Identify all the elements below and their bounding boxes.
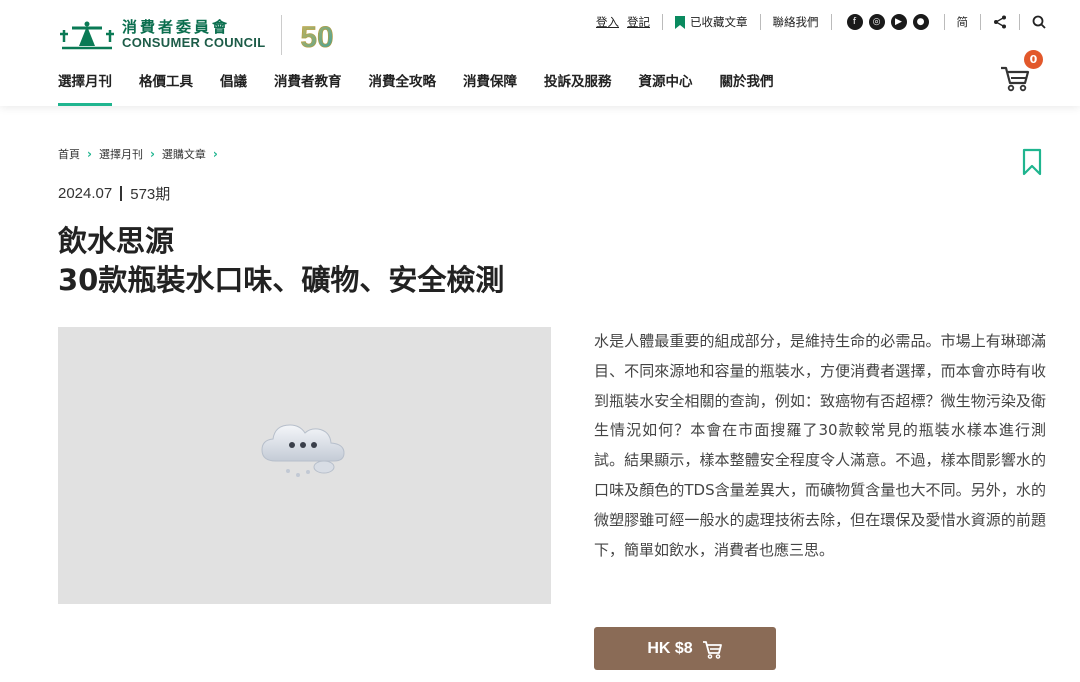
share-icon[interactable] bbox=[993, 15, 1007, 29]
breadcrumb-monthly[interactable]: 選擇月刊 bbox=[99, 146, 143, 162]
divider bbox=[980, 14, 981, 30]
site-header: 消費者委員會 CONSUMER COUNCIL 50 登入 登記 已收藏文章 聯… bbox=[0, 0, 1080, 106]
chevron-right-icon: › bbox=[87, 147, 92, 161]
article-title: 飲水思源 30款瓶裝水口味、礦物、安全檢測 bbox=[58, 222, 504, 300]
brand-name-en: CONSUMER COUNCIL bbox=[122, 35, 266, 51]
utility-bar: 登入 登記 已收藏文章 聯絡我們 f ◎ ▶ ● 简 bbox=[596, 12, 1046, 32]
loading-cloud-icon bbox=[261, 424, 345, 477]
nav-item-advocacy[interactable]: 倡議 bbox=[220, 70, 247, 106]
breadcrumb-home[interactable]: 首頁 bbox=[58, 146, 80, 162]
brand-name-zh: 消費者委員會 bbox=[122, 18, 231, 37]
council-emblem-icon bbox=[60, 21, 114, 50]
nav-item-about[interactable]: 關於我們 bbox=[720, 70, 774, 106]
meta-divider bbox=[120, 186, 123, 201]
issue-number: 573期 bbox=[130, 186, 171, 203]
nav-item-education[interactable]: 消費者教育 bbox=[274, 70, 342, 106]
bookmark-icon[interactable] bbox=[1022, 148, 1042, 176]
svg-text:50: 50 bbox=[301, 21, 334, 54]
cart-icon bbox=[702, 640, 722, 659]
article-title-line1: 飲水思源 bbox=[58, 224, 175, 258]
chevron-right-icon: › bbox=[212, 147, 218, 161]
nav-item-price-tools[interactable]: 格價工具 bbox=[139, 70, 193, 106]
divider bbox=[830, 14, 832, 30]
main-nav: 選擇月刊 格價工具 倡議 消費者教育 消費全攻略 消費保障 投訴及服務 資源中心… bbox=[58, 70, 801, 106]
article-title-line2: 30款瓶裝水口味、礦物、安全檢測 bbox=[58, 263, 505, 297]
divider bbox=[1019, 14, 1020, 30]
article-summary: 水是人體最重要的組成部分，是維持生命的必需品。市場上有琳瑯滿目、不同來源地和容量… bbox=[594, 332, 1046, 559]
bookmark-filled-icon bbox=[675, 15, 685, 29]
saved-articles-label: 已收藏文章 bbox=[690, 15, 748, 29]
divider bbox=[759, 14, 761, 30]
breadcrumb: 首頁 › 選擇月刊 › 選購文章 › bbox=[58, 146, 225, 162]
register-link[interactable]: 登記 bbox=[627, 14, 650, 30]
breadcrumb-articles[interactable]: 選購文章 bbox=[162, 146, 206, 162]
divider bbox=[662, 14, 663, 30]
youtube-icon[interactable]: ▶ bbox=[890, 14, 907, 30]
facebook-icon[interactable]: f bbox=[846, 14, 863, 30]
nav-item-resources[interactable]: 資源中心 bbox=[639, 70, 693, 106]
anniversary-50-icon: 50 bbox=[300, 21, 334, 55]
brand-logo[interactable]: 消費者委員會 CONSUMER COUNCIL 50 bbox=[58, 14, 348, 56]
contact-link[interactable]: 聯絡我們 bbox=[773, 14, 819, 30]
nav-item-guides[interactable]: 消費全攻略 bbox=[369, 70, 437, 106]
instagram-icon[interactable]: ◎ bbox=[868, 14, 885, 30]
saved-articles-link[interactable]: 已收藏文章 bbox=[675, 14, 748, 30]
nav-item-protection[interactable]: 消費保障 bbox=[463, 70, 517, 106]
nav-item-monthly[interactable]: 選擇月刊 bbox=[58, 70, 112, 106]
brand-name: 消費者委員會 CONSUMER COUNCIL bbox=[122, 18, 266, 51]
issue-date: 2024.07 bbox=[58, 185, 113, 202]
search-icon[interactable] bbox=[1032, 15, 1046, 29]
issue-meta: 2024.07 573期 bbox=[58, 183, 170, 204]
language-toggle[interactable]: 简 bbox=[957, 14, 969, 30]
logo-divider bbox=[281, 15, 283, 55]
login-link[interactable]: 登入 bbox=[596, 14, 619, 30]
divider bbox=[943, 14, 945, 30]
nav-item-complaints[interactable]: 投訴及服務 bbox=[544, 70, 612, 106]
cart-count-badge: 0 bbox=[1024, 50, 1043, 69]
buy-button[interactable]: HK $8 bbox=[594, 627, 776, 670]
price-label: HK $8 bbox=[647, 639, 693, 657]
chevron-right-icon: › bbox=[149, 147, 155, 161]
wechat-icon[interactable]: ● bbox=[912, 14, 929, 30]
